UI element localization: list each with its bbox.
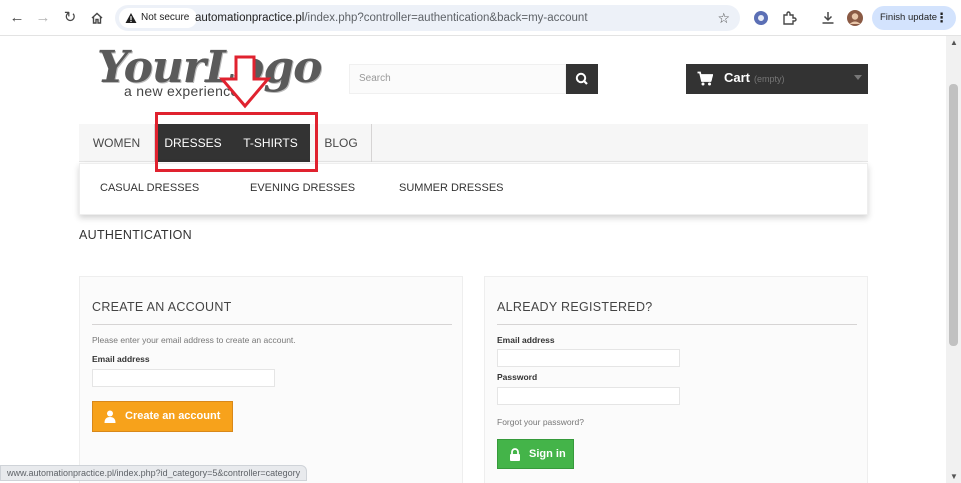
link-status-bar: www.automationpractice.pl/index.php?id_c…: [0, 465, 308, 481]
search-icon: [575, 72, 588, 85]
back-icon[interactable]: ←: [8, 9, 26, 27]
user-icon: [104, 410, 116, 423]
create-account-help: Please enter your email address to creat…: [92, 335, 296, 345]
login-email-field[interactable]: [497, 349, 680, 367]
create-account-panel: CREATE AN ACCOUNT Please enter your emai…: [79, 276, 463, 483]
forgot-password-link[interactable]: Forgot your password?: [497, 417, 584, 427]
create-account-title: CREATE AN ACCOUNT: [92, 300, 232, 314]
scroll-thumb[interactable]: [949, 84, 958, 346]
cart-caret-icon: [854, 75, 862, 80]
cart-status: (empty): [754, 74, 785, 84]
create-account-button-label: Create an account: [125, 410, 221, 422]
cart-label: Cart: [724, 70, 751, 85]
create-email-field[interactable]: [92, 369, 275, 387]
scroll-up-arrow-icon[interactable]: ▲: [950, 38, 958, 47]
url-host: automationpractice.pl: [195, 12, 305, 24]
bookmark-star-icon[interactable]: ☆: [717, 10, 730, 26]
site-info-chip[interactable]: Not secure: [119, 8, 198, 28]
sign-in-button[interactable]: Sign in: [497, 439, 574, 469]
login-panel: ALREADY REGISTERED? Email address Passwo…: [484, 276, 868, 483]
create-email-label: Email address: [92, 354, 150, 364]
password-field[interactable]: [497, 387, 680, 405]
login-title: ALREADY REGISTERED?: [497, 300, 653, 314]
create-account-button[interactable]: Create an account: [92, 401, 233, 432]
password-label: Password: [497, 372, 538, 382]
extension-icon[interactable]: [752, 9, 770, 27]
page-scrollbar[interactable]: ▲ ▼: [946, 36, 961, 483]
sign-in-button-label: Sign in: [529, 448, 566, 460]
search-input[interactable]: Search: [349, 64, 566, 94]
divider: [497, 324, 857, 325]
submenu-item-summer-dresses[interactable]: SUMMER DRESSES: [399, 164, 504, 212]
security-label: Not secure: [141, 12, 190, 23]
scroll-down-arrow-icon[interactable]: ▼: [950, 472, 958, 481]
shopping-cart-icon: [697, 71, 713, 86]
url-text[interactable]: automationpractice.pl/index.php?controll…: [195, 5, 588, 31]
page-title: AUTHENTICATION: [79, 228, 192, 242]
annotation-arrow-icon: [219, 55, 271, 109]
lock-icon: [510, 448, 520, 461]
search-button[interactable]: [566, 64, 598, 94]
home-icon[interactable]: [88, 9, 106, 27]
update-label: Finish update: [880, 12, 938, 23]
url-path: /index.php?controller=authentication&bac…: [304, 12, 588, 24]
extensions-puzzle-icon[interactable]: [780, 9, 798, 27]
more-menu-icon[interactable]: ⋮: [935, 6, 948, 30]
divider: [92, 324, 452, 325]
finish-update-button[interactable]: Finish update ⋮: [872, 6, 956, 30]
warning-icon: [125, 13, 137, 23]
cart-button[interactable]: Cart (empty): [686, 64, 868, 94]
menu-item-women[interactable]: WOMEN: [79, 124, 154, 162]
login-email-label: Email address: [497, 335, 555, 345]
menu-item-blog[interactable]: BLOG: [312, 124, 370, 162]
download-icon[interactable]: [819, 9, 837, 27]
menu-divider: [371, 124, 372, 162]
forward-icon[interactable]: →: [34, 9, 52, 27]
profile-avatar-icon[interactable]: [846, 9, 864, 27]
reload-icon[interactable]: ↻: [61, 9, 79, 27]
annotation-highlight-box: [155, 112, 318, 172]
address-bar[interactable]: Not secure automationpractice.pl/index.p…: [115, 5, 740, 31]
browser-toolbar: ← → ↻ Not secure automationpractice.pl/i…: [0, 0, 961, 36]
